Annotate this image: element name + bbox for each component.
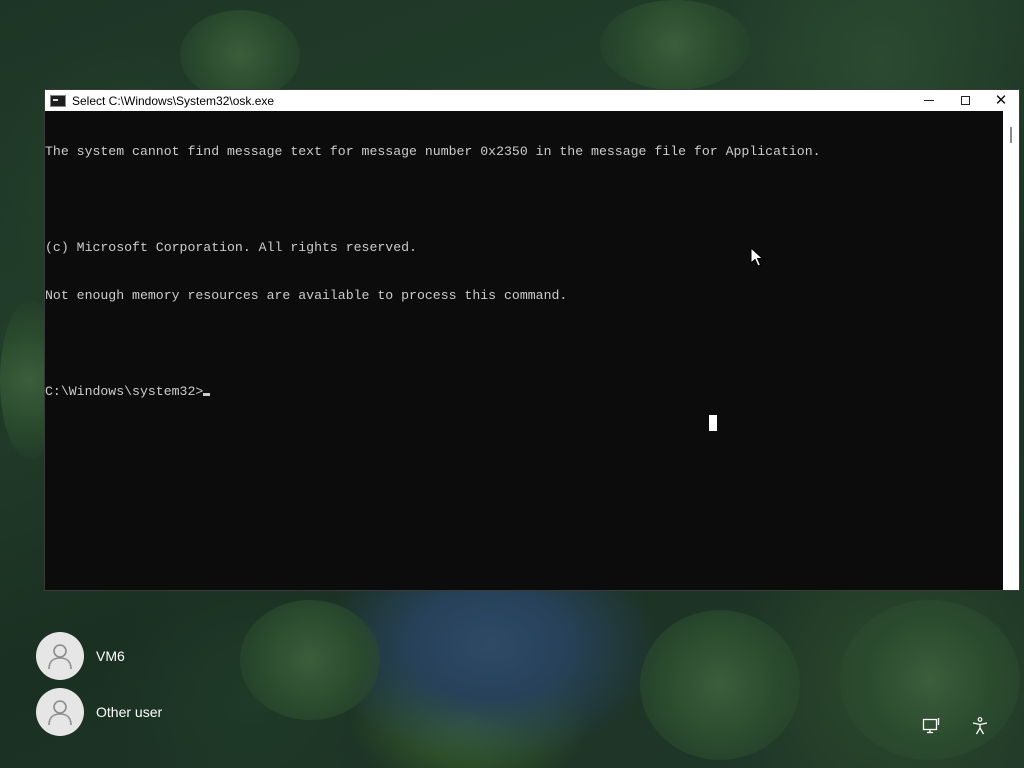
console-line: (c) Microsoft Corporation. All rights re… [45,240,417,255]
tree-decoration [240,600,380,720]
accessibility-icon[interactable] [969,715,991,737]
text-cursor [203,393,211,396]
minimize-button[interactable] [911,90,947,111]
console-window[interactable]: Select C:\Windows\System32\osk.exe ✕ The… [44,89,1020,591]
user-tile-other-user[interactable]: Other user [36,688,162,736]
network-icon[interactable] [920,715,942,737]
command-prompt: C:\Windows\system32> [45,384,204,399]
console-line: The system cannot find message text for … [45,144,821,159]
close-button[interactable]: ✕ [983,90,1019,111]
tree-decoration [180,10,300,100]
user-name: VM6 [96,648,125,664]
tree-decoration [600,0,750,90]
close-icon: ✕ [994,92,1008,109]
command-prompt-line[interactable]: C:\Windows\system32> [45,384,1003,400]
vertical-scrollbar[interactable] [1003,111,1019,590]
maximize-icon [960,96,970,105]
maximize-button[interactable] [947,90,983,111]
scrollbar-thumb[interactable] [1010,127,1012,143]
console-output[interactable]: The system cannot find message text for … [45,111,1003,590]
user-icon [36,688,84,736]
user-icon [36,632,84,680]
window-title: Select C:\Windows\System32\osk.exe [72,93,275,108]
console-line: Not enough memory resources are availabl… [45,288,568,303]
selection-caret [709,415,717,431]
title-bar[interactable]: Select C:\Windows\System32\osk.exe ✕ [45,90,1019,111]
user-name: Other user [96,704,163,720]
tree-decoration [640,610,800,760]
mouse-pointer-icon [750,247,764,267]
user-tile-vm6[interactable]: VM6 [36,632,125,680]
console-app-icon [50,94,66,107]
minimize-icon [924,100,934,101]
